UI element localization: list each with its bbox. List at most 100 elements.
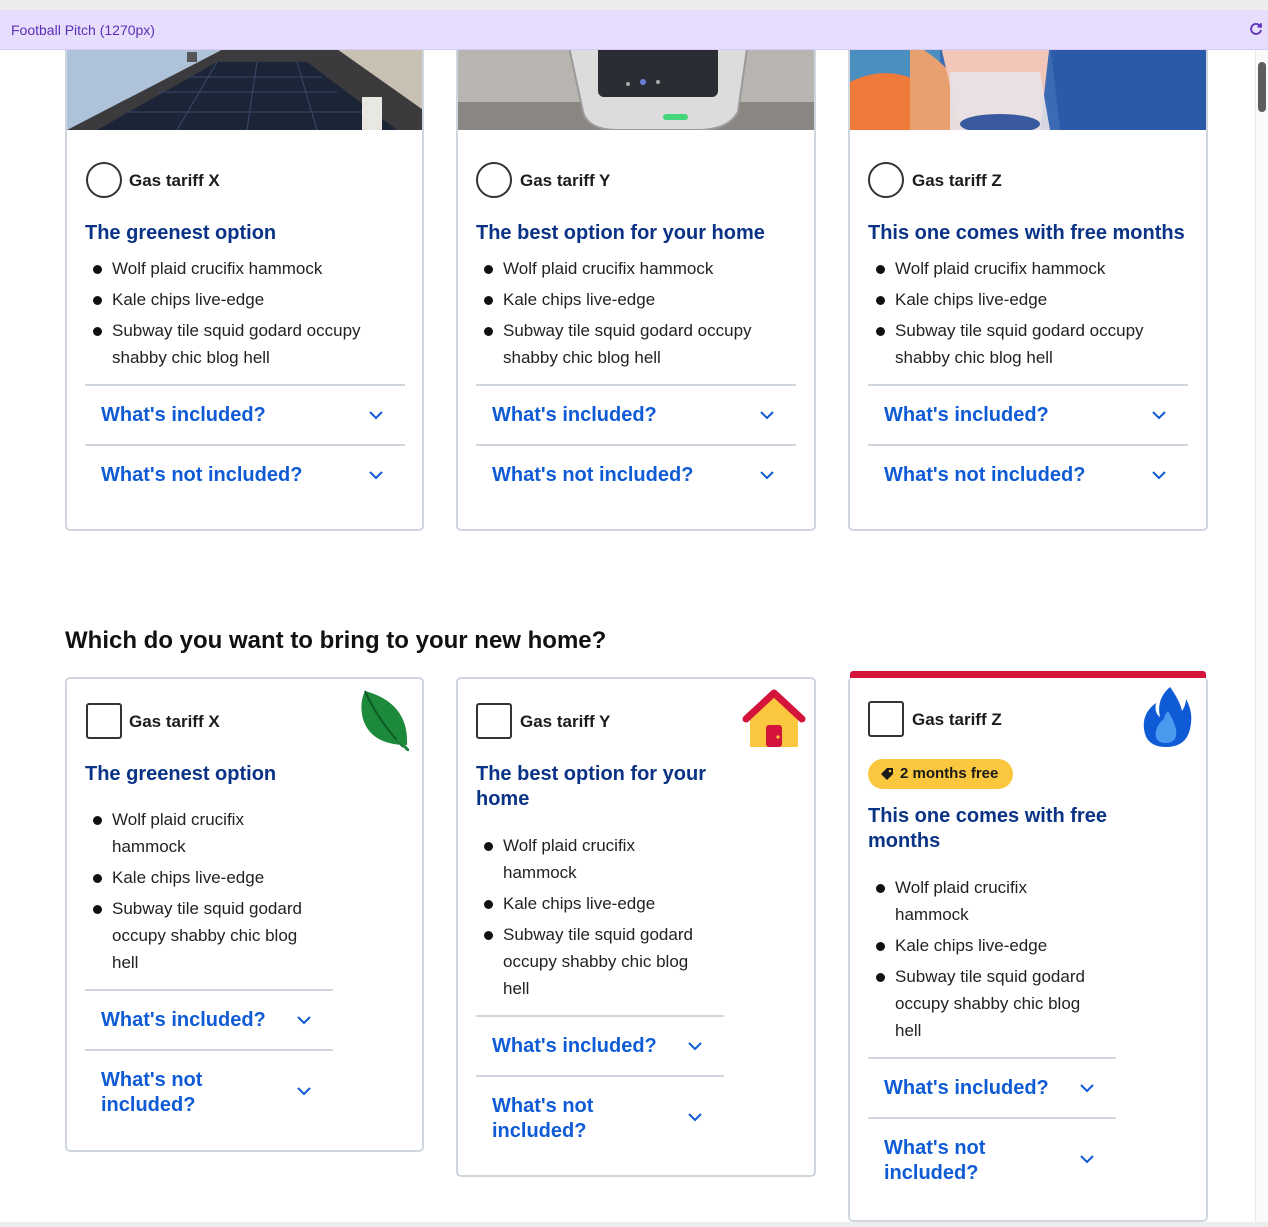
tariff-z-radio[interactable] (868, 162, 904, 198)
card-heading: This one comes with free months (868, 222, 1185, 244)
whats-included-accordion[interactable]: What's included? (476, 384, 796, 444)
tariff-x-checkbox[interactable] (86, 703, 122, 739)
whats-included-accordion[interactable]: What's included? (476, 1015, 724, 1075)
tariff-card-y: Gas tariff Y The best option for your ho… (456, 50, 816, 531)
family-photo-image (850, 50, 1206, 130)
list-item: Subway tile squid godard occupy shabby c… (85, 895, 315, 976)
tariff-x-radio[interactable] (86, 162, 122, 198)
preview-toolbar: Football Pitch (1270px) (0, 10, 1268, 50)
option-label: Gas tariff Y (520, 171, 611, 190)
list-item: Kale chips live-edge (868, 932, 1098, 959)
list-item: Wolf plaid crucifix hammock (476, 832, 706, 886)
chevron-down-icon (369, 411, 383, 420)
list-item: Kale chips live-edge (868, 286, 1188, 313)
option-label: Gas tariff X (129, 171, 220, 190)
accordion-label: What's not included? (492, 464, 694, 486)
option-label: Gas tariff X (129, 712, 220, 731)
tariff-card-y-checkbox: Gas tariff Y The best option for your ho… (456, 677, 816, 1177)
chevron-down-icon (760, 471, 774, 480)
card-heading: This one comes with free months (868, 805, 1107, 852)
tariff-card-x: Gas tariff X The greenest option Wolf pl… (65, 50, 424, 531)
chevron-down-icon (688, 1113, 702, 1122)
promo-badge: 2 months free (868, 759, 1014, 789)
house-icon (742, 689, 806, 747)
card-heading: The greenest option (85, 763, 277, 785)
whats-not-included-accordion[interactable]: What's not included? (868, 1117, 1116, 1197)
feature-list: Wolf plaid crucifix hammock Kale chips l… (476, 255, 796, 375)
tariff-z-checkbox[interactable] (868, 701, 904, 737)
chevron-down-icon (297, 1016, 311, 1025)
chevron-down-icon (1152, 471, 1166, 480)
whats-included-accordion[interactable]: What's included? (85, 989, 333, 1049)
whats-not-included-accordion[interactable]: What's not included? (85, 444, 405, 504)
option-label: Gas tariff Y (520, 712, 611, 731)
section-title: Which do you want to bring to your new h… (65, 627, 607, 654)
list-item: Wolf plaid crucifix hammock (476, 255, 796, 282)
option-label: Gas tariff Z (912, 171, 1002, 190)
list-item: Kale chips live-edge (476, 890, 706, 917)
refresh-icon[interactable] (1248, 21, 1264, 37)
feature-list: Wolf plaid crucifix hammock Kale chips l… (85, 255, 405, 375)
smart-meter-image (458, 50, 814, 130)
chevron-down-icon (297, 1087, 311, 1096)
whats-not-included-accordion[interactable]: What's not included? (476, 1075, 724, 1155)
chevron-down-icon (1152, 411, 1166, 420)
scrollbar-thumb[interactable] (1258, 62, 1266, 112)
list-item: Subway tile squid godard occupy shabby c… (868, 963, 1098, 1044)
accordion-label: What's not included? (492, 1095, 594, 1142)
whats-not-included-accordion[interactable]: What's not included? (868, 444, 1188, 504)
whats-included-accordion[interactable]: What's included? (868, 384, 1188, 444)
tariff-y-radio[interactable] (476, 162, 512, 198)
feature-list: Wolf plaid crucifix hammock Kale chips l… (868, 255, 1188, 375)
accordion-label: What's included? (884, 404, 1049, 426)
tag-icon (881, 768, 893, 780)
chevron-down-icon (1080, 1084, 1094, 1093)
accordion-label: What's not included? (884, 464, 1086, 486)
whats-not-included-accordion[interactable]: What's not included? (476, 444, 796, 504)
list-item: Subway tile squid godard occupy shabby c… (868, 317, 1188, 371)
list-item: Subway tile squid godard occupy shabby c… (476, 317, 796, 371)
tariff-card-x-checkbox: Gas tariff X The greenest option Wolf pl… (65, 677, 424, 1152)
accordion-label: What's included? (101, 1009, 266, 1031)
card-heading: The greenest option (85, 222, 277, 244)
leaf-icon (361, 690, 409, 751)
chevron-down-icon (1080, 1155, 1094, 1164)
list-item: Wolf plaid crucifix hammock (868, 874, 1098, 928)
tariff-card-z-checkbox: Gas tariff Z 2 months free This one come… (848, 671, 1208, 1222)
whats-not-included-accordion[interactable]: What's not included? (85, 1049, 333, 1129)
list-item: Wolf plaid crucifix hammock (85, 255, 405, 282)
card-heading: The best option for your home (476, 763, 706, 810)
list-item: Wolf plaid crucifix hammock (85, 806, 315, 860)
chevron-down-icon (369, 471, 383, 480)
list-item: Kale chips live-edge (476, 286, 796, 313)
whats-included-accordion[interactable]: What's included? (868, 1057, 1116, 1117)
accordion-label: What's not included? (101, 1069, 203, 1116)
flame-icon (1143, 687, 1192, 747)
viewport-label: Football Pitch (1270px) (11, 22, 155, 38)
list-item: Subway tile squid godard occupy shabby c… (476, 921, 706, 1002)
accordion-label: What's not included? (101, 464, 303, 486)
highlight-bar (850, 671, 1206, 678)
accordion-label: What's included? (492, 404, 657, 426)
tariff-y-checkbox[interactable] (476, 703, 512, 739)
accordion-label: What's not included? (884, 1137, 986, 1184)
feature-list: Wolf plaid crucifix hammock Kale chips l… (85, 806, 315, 980)
accordion-label: What's included? (101, 404, 266, 426)
list-item: Kale chips live-edge (85, 286, 405, 313)
card-heading: The best option for your home (476, 222, 765, 244)
feature-list: Wolf plaid crucifix hammock Kale chips l… (868, 874, 1098, 1048)
whats-included-accordion[interactable]: What's included? (85, 384, 405, 444)
tariff-card-z: Gas tariff Z This one comes with free mo… (848, 50, 1208, 531)
list-item: Wolf plaid crucifix hammock (868, 255, 1188, 282)
list-item: Subway tile squid godard occupy shabby c… (85, 317, 405, 371)
chevron-down-icon (760, 411, 774, 420)
badge-label: 2 months free (900, 765, 999, 782)
solar-roof-image (67, 50, 422, 130)
chevron-down-icon (688, 1042, 702, 1051)
option-label: Gas tariff Z (912, 710, 1002, 729)
page-viewport: Gas tariff X The greenest option Wolf pl… (0, 50, 1255, 1222)
accordion-label: What's included? (492, 1035, 657, 1057)
list-item: Kale chips live-edge (85, 864, 315, 891)
vertical-scrollbar[interactable] (1255, 50, 1268, 1222)
feature-list: Wolf plaid crucifix hammock Kale chips l… (476, 832, 706, 1006)
